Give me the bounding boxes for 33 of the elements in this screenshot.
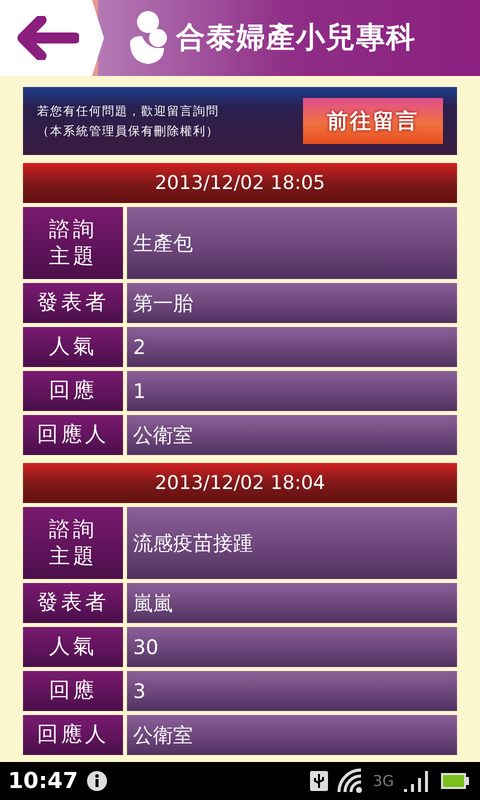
field-label: 諮詢主題 [23, 207, 123, 279]
field-label: 人氣 [23, 627, 123, 667]
field-value: 生產包 [127, 207, 457, 279]
field-label: 發表者 [23, 283, 123, 323]
field-value: 公衛室 [127, 715, 457, 755]
field-label: 人氣 [23, 327, 123, 367]
field-value: 第一胎 [127, 283, 457, 323]
field-label: 回應 [23, 371, 123, 411]
banner-text: 若您有任何問題，歡迎留言詢問 [37, 102, 219, 120]
banner-text: （本系統管理員保有刪除權利） [37, 122, 219, 140]
field-value: 1 [127, 371, 457, 411]
post-date-header: 2013/12/02 18:05 [23, 163, 457, 203]
post-date-header: 2013/12/02 18:04 [23, 463, 457, 503]
field-label: 回應 [23, 671, 123, 711]
back-arrow-icon [17, 16, 79, 60]
leave-message-button[interactable]: 前往留言 [303, 98, 443, 144]
field-value: 嵐嵐 [127, 583, 457, 623]
field-value: 30 [127, 627, 457, 667]
mother-child-logo-icon [128, 10, 170, 66]
field-label: 諮詢主題 [23, 507, 123, 579]
field-label: 發表者 [23, 583, 123, 623]
network-type: 3G [372, 772, 394, 790]
field-value: 3 [127, 671, 457, 711]
field-label: 回應人 [23, 415, 123, 455]
field-value: 2 [127, 327, 457, 367]
wifi-icon [336, 768, 365, 794]
field-label: 回應人 [23, 715, 123, 755]
field-value: 公衛室 [127, 415, 457, 455]
battery-icon [440, 771, 470, 791]
info-icon [86, 770, 108, 792]
app-title: 合泰婦產小兒專科 [176, 19, 416, 56]
field-value: 流感疫苗接踵 [127, 507, 457, 579]
clock-time: 10:47 [8, 768, 78, 794]
